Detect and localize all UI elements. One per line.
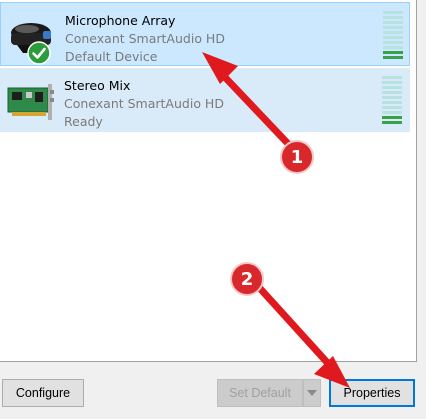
callout-badge-2: 2: [230, 262, 264, 296]
callout-badge-1: 1: [280, 140, 314, 174]
callout-arrows: [202, 52, 350, 388]
recording-devices-panel: Microphone Array Conexant SmartAudio HD …: [0, 0, 426, 419]
